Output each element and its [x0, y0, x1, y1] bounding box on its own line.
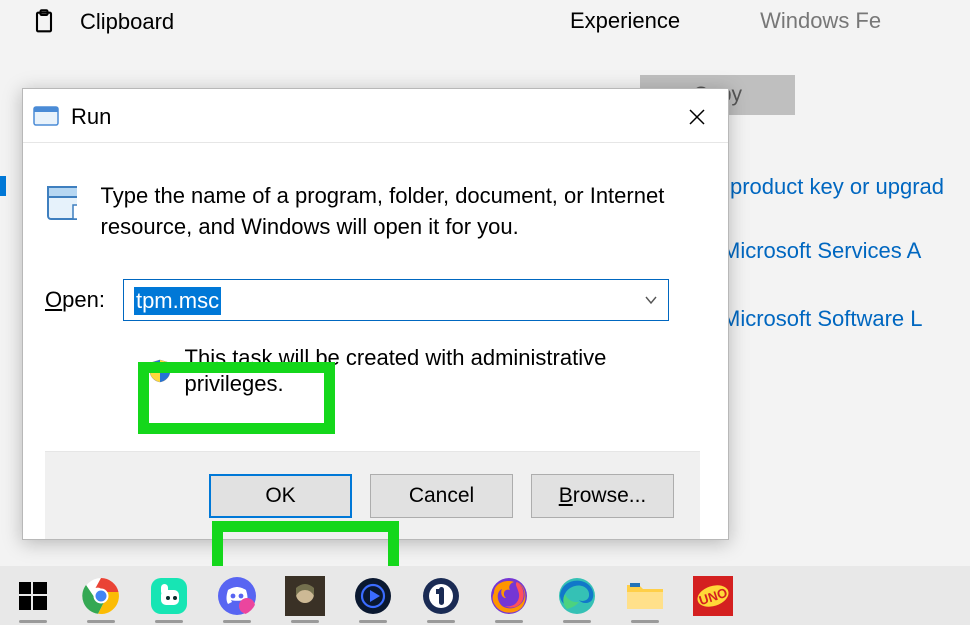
- close-icon: [688, 108, 706, 126]
- run-button-row: OK Cancel Browse...: [45, 451, 700, 539]
- firefox-icon: [490, 577, 528, 615]
- cancel-button[interactable]: Cancel: [370, 474, 513, 518]
- start-button[interactable]: [12, 575, 54, 617]
- close-button[interactable]: [668, 94, 726, 140]
- browse-button[interactable]: Browse...: [531, 474, 674, 518]
- link-ms-services[interactable]: Microsoft Services A: [722, 238, 921, 264]
- taskbar-file-explorer[interactable]: [624, 575, 666, 617]
- admin-note: This task will be created with administr…: [185, 345, 700, 397]
- chevron-down-icon[interactable]: [644, 293, 658, 307]
- game-icon: [285, 576, 325, 616]
- run-description: Type the name of a program, folder, docu…: [101, 181, 700, 243]
- taskbar[interactable]: UNO: [0, 566, 970, 625]
- settings-nav-item[interactable]: Clipboard: [30, 8, 174, 36]
- discord-icon: [217, 576, 257, 616]
- taskbar-1password[interactable]: [420, 575, 462, 617]
- run-app-icon: [33, 106, 59, 128]
- taskbar-uno[interactable]: UNO: [692, 575, 734, 617]
- run-dialog: Run Type the name of a program, folder, …: [22, 88, 729, 540]
- open-label: Open:: [45, 287, 105, 313]
- run-title: Run: [71, 104, 111, 130]
- run-body-icon: [45, 181, 77, 227]
- edge-icon: [558, 577, 596, 615]
- link-product-key[interactable]: product key or upgrad: [730, 174, 944, 200]
- clipboard-icon: [30, 8, 58, 36]
- run-titlebar[interactable]: Run: [23, 89, 728, 143]
- onepassword-icon: [422, 577, 460, 615]
- chrome-icon: [82, 577, 120, 615]
- experience-label: Experience: [570, 8, 680, 34]
- windows-fe-label: Windows Fe: [760, 8, 881, 34]
- taskbar-app-4[interactable]: [284, 575, 326, 617]
- taskbar-streamlabs[interactable]: [148, 575, 190, 617]
- open-combobox[interactable]: tpm.msc: [123, 279, 669, 321]
- windows-icon: [19, 582, 47, 610]
- taskbar-media[interactable]: [352, 575, 394, 617]
- folder-icon: [625, 579, 665, 613]
- shield-icon: [149, 359, 171, 383]
- link-ms-software[interactable]: Microsoft Software L: [722, 306, 923, 332]
- uno-icon: UNO: [693, 576, 733, 616]
- taskbar-firefox[interactable]: [488, 575, 530, 617]
- settings-selection-indicator: [0, 176, 6, 196]
- ok-button[interactable]: OK: [209, 474, 352, 518]
- open-input-selected-text: tpm.msc: [134, 287, 221, 315]
- taskbar-discord[interactable]: [216, 575, 258, 617]
- settings-right-panel: Experience Windows Fe Copy product key o…: [570, 0, 970, 34]
- play-icon: [354, 577, 392, 615]
- taskbar-chrome[interactable]: [80, 575, 122, 617]
- streamlabs-icon: [149, 576, 189, 616]
- settings-nav-label: Clipboard: [80, 9, 174, 35]
- taskbar-edge[interactable]: [556, 575, 598, 617]
